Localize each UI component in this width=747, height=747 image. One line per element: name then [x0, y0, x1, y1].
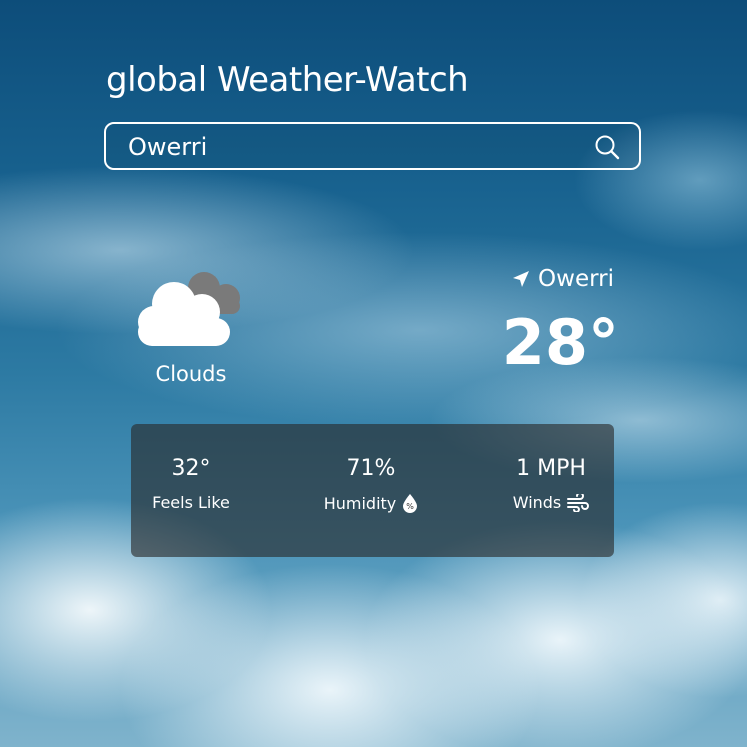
feels-like-value: 32° — [171, 456, 211, 481]
search-icon — [595, 135, 620, 160]
app-title: global Weather-Watch — [106, 60, 469, 100]
clouds-icon — [134, 266, 250, 350]
wind-icon — [567, 493, 590, 512]
feels-like-label: Feels Like — [152, 493, 230, 512]
temperature: 28° — [501, 306, 619, 379]
search-bar — [104, 122, 641, 170]
humidity-stat: 71% Humidity % — [311, 456, 431, 513]
humidity-label-row: Humidity % — [311, 493, 431, 513]
details-panel: 32° Feels Like 71% Humidity % 1 MPH Wind… — [131, 424, 614, 557]
svg-text:%: % — [406, 502, 414, 511]
winds-label-row: Winds — [501, 493, 601, 512]
location-name: Owerri — [538, 266, 614, 292]
humidity-drop-icon: % — [403, 494, 418, 513]
feels-like-stat: 32° Feels Like — [141, 456, 241, 512]
weather-app: global Weather-Watch Clouds — [0, 0, 747, 747]
search-button[interactable] — [593, 133, 621, 161]
winds-label: Winds — [512, 493, 562, 512]
humidity-value: 71% — [346, 456, 396, 481]
search-input[interactable] — [128, 132, 568, 162]
humidity-label: Humidity — [323, 493, 397, 513]
winds-stat: 1 MPH Winds — [501, 456, 601, 512]
location-arrow-icon — [513, 271, 530, 287]
feels-like-label-row: Feels Like — [141, 493, 241, 512]
location: Owerri — [512, 266, 614, 292]
weather-condition: Clouds — [155, 362, 227, 386]
winds-value: 1 MPH — [516, 456, 586, 481]
